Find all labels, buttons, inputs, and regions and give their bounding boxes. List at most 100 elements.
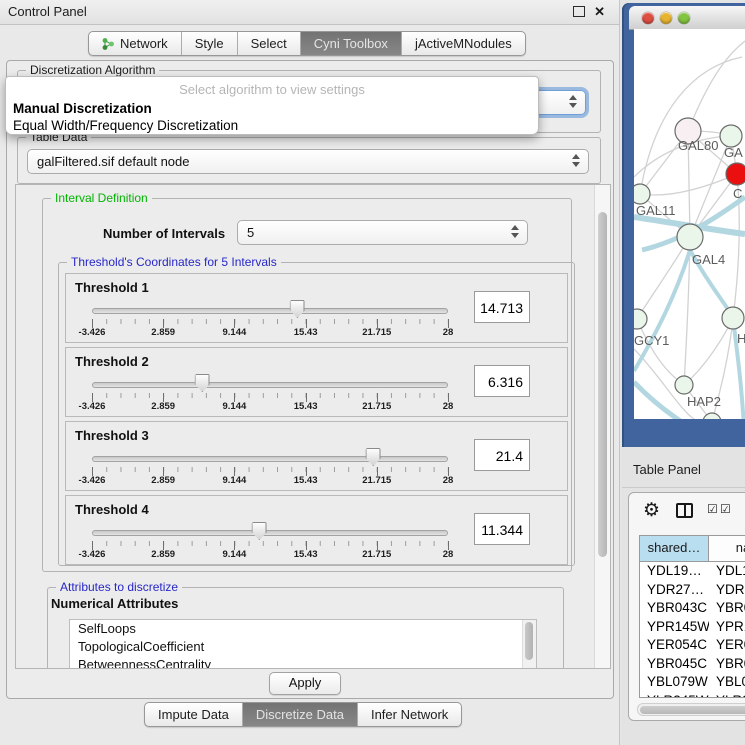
network-icon — [102, 37, 115, 51]
number-of-intervals-combobox[interactable]: 5 — [237, 220, 528, 245]
node-gcy1[interactable] — [634, 309, 647, 329]
thresholds-group: Threshold's Coordinates for 5 Intervals … — [58, 262, 575, 566]
table-row[interactable]: YBL079WYBL0 — [640, 673, 745, 692]
table-row[interactable]: YLR345WYLR3 — [640, 692, 745, 699]
node-hap2[interactable] — [675, 376, 693, 394]
columns-icon[interactable] — [676, 503, 693, 518]
slider-thumb-icon[interactable] — [290, 300, 305, 318]
threshold-slider[interactable] — [92, 381, 448, 389]
tab-label: Infer Network — [371, 707, 448, 722]
network-window-titlebar — [629, 6, 745, 30]
tab-jactivemnodules[interactable]: jActiveMNodules — [402, 32, 525, 55]
scrollbar-thumb[interactable] — [640, 706, 745, 714]
dropdown-item-equal-width-frequency[interactable]: Equal Width/Frequency Discretization — [6, 117, 538, 134]
table-row[interactable]: YBR045CYBR0 — [640, 655, 745, 674]
tab-select[interactable]: Select — [238, 32, 301, 55]
tick-label: -3.426 — [79, 327, 106, 338]
tab-discretize-data[interactable]: Discretize Data — [243, 703, 358, 726]
float-window-icon[interactable] — [573, 6, 585, 17]
tab-infer-network[interactable]: Infer Network — [358, 703, 461, 726]
threshold-slider[interactable] — [92, 307, 448, 315]
table-row[interactable]: YER054CYER0 — [640, 636, 745, 655]
slider-track[interactable] — [92, 382, 448, 388]
slider-track[interactable] — [92, 308, 448, 314]
apply-button[interactable]: Apply — [269, 672, 341, 695]
number-of-intervals-label: Number of Intervals — [103, 226, 225, 241]
threshold-value-field[interactable]: 6.316 — [474, 365, 530, 397]
slider-thumb-icon[interactable] — [366, 448, 381, 466]
tab-network[interactable]: Network — [89, 32, 182, 55]
dropdown-placeholder-item[interactable]: Select algorithm to view settings — [6, 81, 538, 100]
settings-vertical-scrollbar[interactable] — [594, 185, 610, 668]
table-body: YDL19…YDL1YDR27…YDR2YBR043CYBR0YPR145WYP… — [640, 562, 745, 698]
node-label: HAP2 — [687, 394, 721, 409]
checkbox-checked-icon[interactable]: ☑ — [707, 502, 718, 516]
table-cell: YLR345W — [640, 692, 709, 699]
column-header-name[interactable]: na — [709, 536, 745, 561]
gear-icon[interactable]: ⚙ — [643, 499, 660, 522]
tab-label: Style — [195, 36, 224, 51]
slider-thumb-icon[interactable] — [195, 374, 210, 392]
slider-track[interactable] — [92, 530, 448, 536]
table-row[interactable]: YDR27…YDR2 — [640, 581, 745, 600]
table-cell: YER0 — [709, 636, 745, 655]
threshold-slider[interactable] — [92, 455, 448, 463]
close-icon[interactable]: ✕ — [594, 5, 605, 18]
table-horizontal-scrollbar[interactable] — [637, 703, 745, 716]
tab-impute-data[interactable]: Impute Data — [145, 703, 243, 726]
node-red[interactable] — [726, 163, 745, 185]
tick-label: 2.859 — [151, 401, 175, 412]
numerical-attributes-label: Numerical Attributes — [51, 596, 178, 611]
table-cell: YER054C — [640, 636, 709, 655]
table-data-combobox[interactable]: galFiltered.sif default node — [27, 149, 589, 174]
zoom-traffic-light-icon[interactable] — [678, 12, 690, 24]
network-view-window: GAL80 GA C GAL11 GAL4 GCY1 H HAP2 — [622, 3, 745, 447]
table-row[interactable]: YPR145WYPR1 — [640, 618, 745, 637]
threshold-value-field[interactable]: 14.713 — [474, 291, 530, 323]
table-header-row: shared… na — [640, 536, 745, 562]
table-cell: YDL1 — [709, 562, 745, 581]
checkbox-checked-icon[interactable]: ☑ — [720, 502, 731, 516]
scrollbar-thumb[interactable] — [525, 622, 533, 660]
table-cell: YBR0 — [709, 599, 745, 618]
slider-thumb-icon[interactable] — [252, 522, 267, 540]
table-row[interactable]: YDL19…YDL1 — [640, 562, 745, 581]
table-cell: YDR27… — [640, 581, 709, 600]
node-gal4[interactable] — [677, 224, 703, 250]
network-canvas[interactable]: GAL80 GA C GAL11 GAL4 GCY1 H HAP2 — [634, 29, 745, 419]
numerical-attributes-list[interactable]: SelfLoopsTopologicalCoefficientBetweenne… — [69, 619, 537, 669]
interval-definition-group: Interval Definition Number of Intervals … — [42, 198, 572, 572]
threshold-label: Threshold 2 — [75, 354, 149, 369]
node-label: GAL11 — [636, 203, 676, 218]
node-gal11[interactable] — [634, 184, 650, 204]
scrollbar-thumb[interactable] — [598, 212, 607, 557]
column-header-shared-name[interactable]: shared… — [640, 536, 709, 561]
minimize-traffic-light-icon[interactable] — [660, 12, 672, 24]
dropdown-item-manual-discretization[interactable]: Manual Discretization — [6, 100, 538, 117]
number-of-intervals-value: 5 — [247, 225, 254, 240]
table-cell: YLR3 — [709, 692, 745, 699]
attribute-list-item[interactable]: SelfLoops — [70, 620, 536, 638]
tab-style[interactable]: Style — [182, 32, 238, 55]
group-title: Interval Definition — [51, 191, 152, 205]
attributes-list-scrollbar[interactable] — [522, 620, 536, 669]
tick-label: 15.43 — [294, 327, 318, 338]
close-traffic-light-icon[interactable] — [642, 12, 654, 24]
attribute-list-item[interactable]: BetweennessCentrality — [70, 656, 536, 669]
table-row[interactable]: YBR043CYBR0 — [640, 599, 745, 618]
threshold-value-field[interactable]: 21.4 — [474, 439, 530, 471]
tick-label: 28 — [443, 475, 454, 486]
threshold-row: Threshold 3 -3.4262.8599.14415.4321.7152… — [65, 421, 568, 491]
node-right-top[interactable] — [720, 125, 742, 147]
threshold-value-field[interactable]: 11.344 — [474, 513, 530, 545]
node-right-mid[interactable] — [722, 307, 744, 329]
tab-cyni-toolbox[interactable]: Cyni Toolbox — [301, 32, 402, 55]
node-table[interactable]: shared… na YDL19…YDL1YDR27…YDR2YBR043CYB… — [639, 535, 745, 698]
threshold-slider[interactable] — [92, 529, 448, 537]
tick-label: 2.859 — [151, 475, 175, 486]
table-panel-title: Table Panel — [633, 462, 701, 477]
slider-track[interactable] — [92, 456, 448, 462]
control-panel-titlebar: Control Panel ✕ — [0, 0, 619, 25]
attribute-list-item[interactable]: TopologicalCoefficient — [70, 638, 536, 656]
divider — [622, 487, 745, 488]
